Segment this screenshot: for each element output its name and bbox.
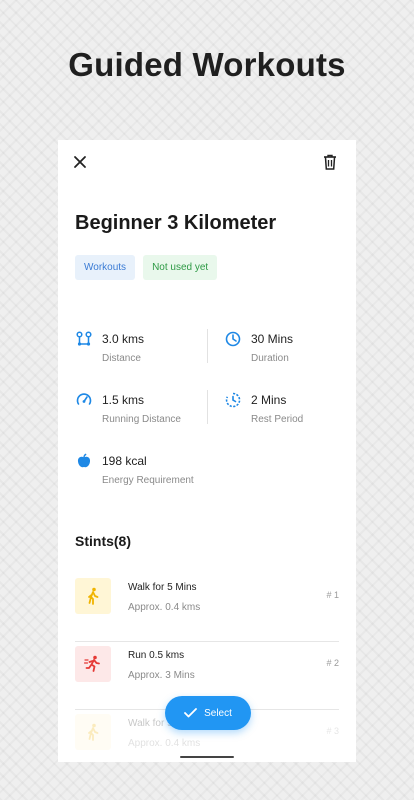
stat-running-distance: 1.5 kms Running Distance [76, 392, 206, 432]
top-bar [58, 150, 356, 174]
select-label: Select [204, 707, 232, 719]
stat-label: Rest Period [251, 414, 304, 425]
stat-value: 198 kcal [102, 454, 147, 468]
workout-card: Beginner 3 Kilometer Workouts Not used y… [58, 140, 356, 762]
stat-energy: 198 kcal Energy Requirement [76, 453, 206, 493]
clock-icon [225, 331, 241, 347]
route-icon [76, 331, 92, 346]
speedometer-icon [76, 393, 92, 405]
stint-icon-box [75, 578, 111, 614]
stat-label: Distance [102, 353, 141, 364]
status-tag: Not used yet [143, 255, 218, 280]
select-button[interactable]: Select [165, 696, 251, 730]
stint-name: Walk for 5 Mins [128, 582, 197, 593]
stat-label: Running Distance [102, 414, 181, 425]
stint-number: # 1 [326, 590, 339, 600]
stint-subtitle: Approx. 0.4 kms [128, 738, 201, 749]
stat-value: 30 Mins [251, 332, 294, 346]
home-indicator [180, 756, 234, 758]
stint-number: # 2 [326, 658, 339, 668]
run-icon [84, 655, 100, 672]
checkmark-icon [184, 708, 197, 718]
stat-label: Energy Requirement [102, 475, 194, 486]
workout-title: Beginner 3 Kilometer [75, 212, 277, 234]
stints-heading: Stints(8) [75, 533, 131, 549]
tag-list: Workouts Not used yet [75, 255, 218, 280]
close-icon [74, 156, 86, 168]
stat-label: Duration [251, 353, 289, 364]
divider [207, 329, 208, 363]
close-button[interactable] [68, 150, 92, 174]
stint-item[interactable]: Walk for 5 Mins Approx. 0.4 kms # 1 [75, 576, 339, 642]
stint-icon-box [75, 714, 111, 750]
promo-title: Guided Workouts [68, 46, 346, 83]
category-tag: Workouts [75, 255, 136, 280]
walk-icon [88, 587, 99, 605]
stat-value: 1.5 kms [102, 393, 145, 407]
stat-value: 2 Mins [251, 393, 287, 407]
divider [207, 390, 208, 424]
stint-name: Run 0.5 kms [128, 650, 185, 661]
apple-icon [77, 453, 91, 468]
stint-subtitle: Approx. 0.4 kms [128, 602, 201, 613]
stat-distance: 3.0 kms Distance [76, 331, 206, 371]
trash-icon [324, 154, 336, 170]
stat-duration: 30 Mins Duration [225, 331, 355, 371]
delete-button[interactable] [318, 150, 342, 174]
walk-icon [88, 723, 99, 741]
stat-value: 3.0 kms [102, 332, 145, 346]
stat-rest-period: 2 Mins Rest Period [225, 392, 355, 432]
stint-icon-box [75, 646, 111, 682]
divider [75, 641, 339, 642]
timer-icon [225, 392, 241, 408]
stint-number: # 3 [326, 726, 339, 736]
stint-subtitle: Approx. 3 Mins [128, 670, 195, 681]
